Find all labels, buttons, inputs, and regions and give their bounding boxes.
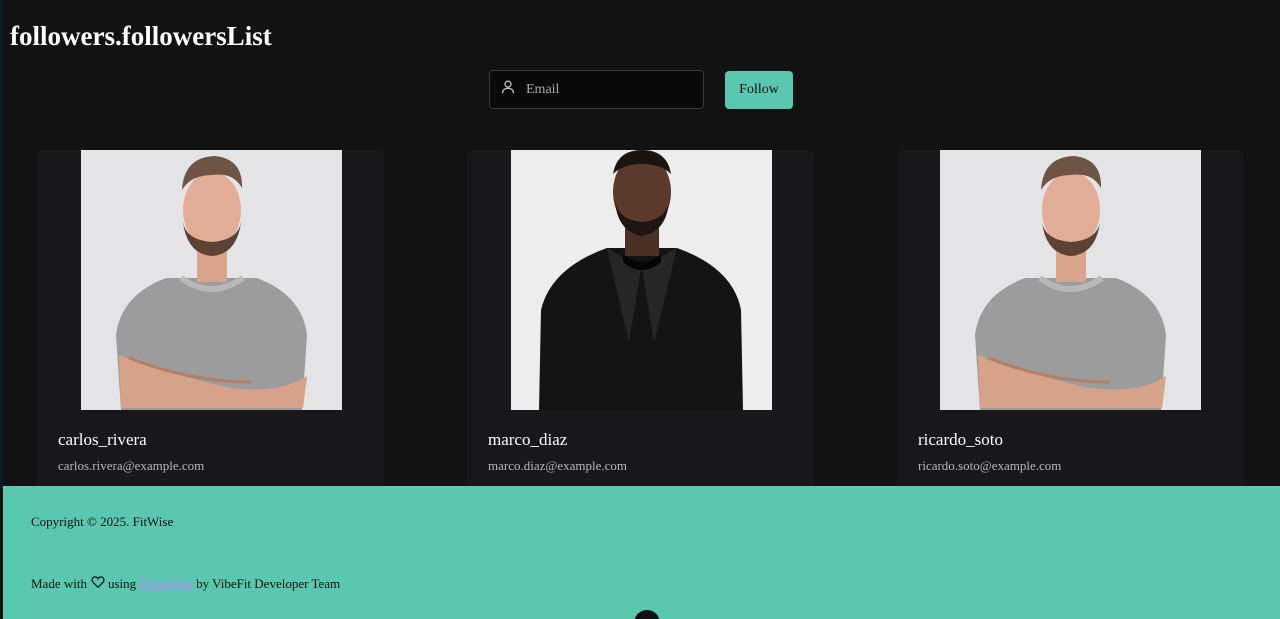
follower-email: carlos.rivera@example.com xyxy=(58,458,205,473)
user-icon xyxy=(500,79,516,100)
made-with-using: using xyxy=(107,576,137,591)
email-field[interactable] xyxy=(489,70,704,109)
follower-email: ricardo.soto@example.com xyxy=(918,458,1062,473)
footer-credits: Made with using PrimeVue by VibeFit Deve… xyxy=(31,575,340,593)
follower-username: marco_diaz xyxy=(488,430,568,449)
follow-button[interactable]: Follow xyxy=(725,70,793,109)
avatar xyxy=(81,150,342,410)
left-edge-strip xyxy=(0,0,3,486)
email-input[interactable] xyxy=(526,81,686,98)
follower-username: ricardo_soto xyxy=(918,430,1003,449)
primevue-link[interactable]: PrimeVue xyxy=(140,576,192,592)
follower-card: ricardo_soto ricardo.soto@example.com xyxy=(897,150,1244,486)
made-with-suffix: by VibeFit Developer Team xyxy=(196,576,341,591)
avatar xyxy=(940,150,1201,410)
heart-icon xyxy=(87,575,108,593)
avatar xyxy=(511,150,772,410)
made-with-prefix: Made with xyxy=(31,576,87,591)
follower-email: marco.diaz@example.com xyxy=(488,458,628,473)
page-title: followers.followersList xyxy=(10,21,272,51)
follower-username: carlos_rivera xyxy=(58,430,147,449)
follower-card: marco_diaz marco.diaz@example.com xyxy=(467,150,814,486)
footer: Copyright © 2025. FitWise Made with usin… xyxy=(3,486,1280,619)
footer-copyright: Copyright © 2025. FitWise xyxy=(31,514,174,529)
follower-card: carlos_rivera carlos.rivera@example.com xyxy=(37,150,384,486)
follow-form: Follow xyxy=(489,70,793,109)
